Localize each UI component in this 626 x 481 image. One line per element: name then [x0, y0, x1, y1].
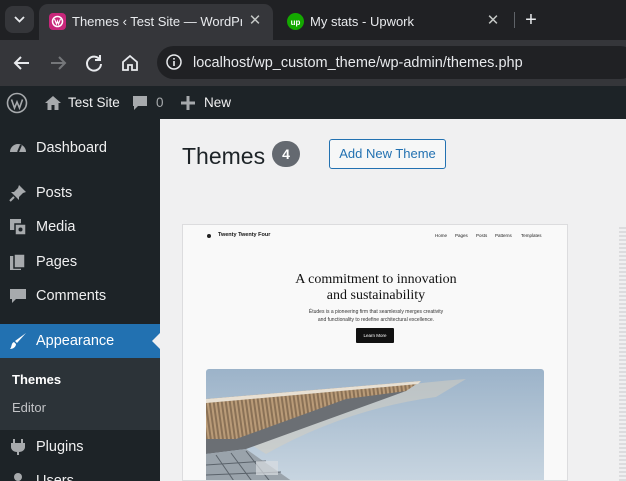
theme-preview-nav-item: Patterns: [495, 233, 512, 238]
back-arrow-icon[interactable]: [10, 51, 34, 75]
sidebar-item-comments[interactable]: Comments: [0, 279, 160, 313]
sidebar-item-users[interactable]: Users: [0, 464, 160, 481]
comments-link[interactable]: 0: [132, 86, 164, 119]
dashboard-icon: [9, 139, 27, 157]
chevron-down-icon: [14, 16, 25, 23]
wordpress-pink-icon: [49, 13, 66, 30]
media-icon: [9, 218, 27, 236]
theme-preview-button: Learn More: [356, 328, 394, 343]
submenu-item-editor[interactable]: Editor: [12, 400, 46, 415]
theme-logo: [207, 234, 211, 238]
tab-title: My stats - Upwork: [310, 14, 415, 29]
new-content-link[interactable]: New: [180, 86, 231, 119]
sidebar-item-posts[interactable]: Posts: [0, 176, 160, 210]
theme-preview-nav-item: Pages: [455, 233, 468, 238]
theme-preview-site-title: Twenty Twenty Four: [218, 232, 271, 238]
theme-preview-heading: A commitment to innovation: [295, 272, 457, 287]
main-content: Themes 4 Add New Theme Twenty Twenty Fou…: [160, 119, 626, 481]
tab-title: Themes ‹ Test Site — WordPress: [72, 14, 242, 29]
theme-preview-heading: and sustainability: [326, 288, 426, 303]
new-tab-button[interactable]: +: [520, 9, 542, 31]
sidebar-item-appearance[interactable]: Appearance: [0, 324, 160, 358]
theme-preview-nav-item: Posts: [476, 233, 488, 238]
wordpress-logo-icon[interactable]: [6, 86, 28, 119]
new-label: New: [204, 95, 232, 110]
pin-icon: [9, 184, 27, 202]
plus-icon: [181, 95, 195, 110]
theme-preview-architecture-image: [206, 369, 544, 480]
sidebar-item-label: Plugins: [36, 439, 84, 455]
svg-text:up: up: [291, 18, 301, 27]
site-info-icon[interactable]: [164, 52, 184, 72]
site-name-link[interactable]: Test Site: [44, 86, 120, 119]
comments-count: 0: [156, 95, 164, 110]
url-text: localhost/wp_custom_theme/wp-admin/theme…: [193, 55, 523, 71]
close-icon[interactable]: ✕: [247, 13, 263, 29]
wp-admin-bar: Test Site 0 New: [0, 86, 626, 119]
tab-wordpress-themes[interactable]: Themes ‹ Test Site — WordPress ✕: [39, 4, 273, 40]
browser-toolbar: localhost/wp_custom_theme/wp-admin/theme…: [0, 40, 626, 86]
theme-preview-paragraph: and functionality to redefine architectu…: [317, 317, 435, 323]
theme-preview-nav-item: Home: [435, 233, 448, 238]
theme-count-badge: 4: [272, 141, 300, 167]
sidebar-item-media[interactable]: Media: [0, 210, 160, 244]
theme-card-twenty-twenty-four[interactable]: Twenty Twenty Four Home Pages Posts Patt…: [182, 224, 568, 481]
theme-preview-nav-item: Templates: [521, 233, 542, 238]
brush-icon: [9, 332, 27, 350]
sidebar-item-label: Appearance: [36, 333, 115, 349]
home-icon[interactable]: [118, 51, 142, 75]
plugin-icon: [9, 438, 27, 456]
submenu-item-themes[interactable]: Themes: [12, 372, 61, 387]
pages-icon: [9, 253, 27, 271]
sidebar-item-label: Dashboard: [36, 140, 107, 156]
tab-separator: [514, 12, 515, 28]
home-icon: [45, 95, 61, 110]
address-bar[interactable]: localhost/wp_custom_theme/wp-admin/theme…: [157, 46, 626, 79]
reload-icon[interactable]: [82, 51, 106, 75]
site-name: Test Site: [68, 95, 120, 110]
sidebar-item-dashboard[interactable]: Dashboard: [0, 131, 160, 165]
browser-tab-bar: Themes ‹ Test Site — WordPress ✕ up My s…: [0, 0, 626, 40]
tab-upwork-stats[interactable]: up My stats - Upwork ✕: [277, 4, 510, 40]
sidebar-item-label: Media: [36, 219, 76, 235]
sidebar-item-label: Pages: [36, 254, 78, 270]
appearance-submenu: Themes Editor: [0, 358, 160, 430]
sidebar-item-plugins[interactable]: Plugins: [0, 430, 160, 464]
sidebar-item-label: Comments: [36, 288, 107, 304]
comment-icon: [9, 287, 27, 305]
close-icon[interactable]: ✕: [485, 13, 501, 29]
upwork-icon: up: [287, 13, 304, 30]
sidebar-item-label: Users: [36, 473, 74, 481]
comment-icon: [133, 95, 147, 110]
forward-arrow-icon[interactable]: [46, 51, 70, 75]
users-icon: [9, 472, 27, 481]
sidebar-item-label: Posts: [36, 185, 73, 201]
next-theme-card-edge: [619, 225, 626, 481]
theme-preview-paragraph: Études is a pioneering firm that seamles…: [308, 309, 444, 315]
admin-sidebar: Dashboard Posts Media Pages Comments App…: [0, 119, 160, 481]
sidebar-item-pages[interactable]: Pages: [0, 245, 160, 279]
add-new-theme-button[interactable]: Add New Theme: [329, 139, 446, 169]
page-title: Themes: [182, 143, 266, 169]
tab-search-button[interactable]: [5, 6, 34, 33]
